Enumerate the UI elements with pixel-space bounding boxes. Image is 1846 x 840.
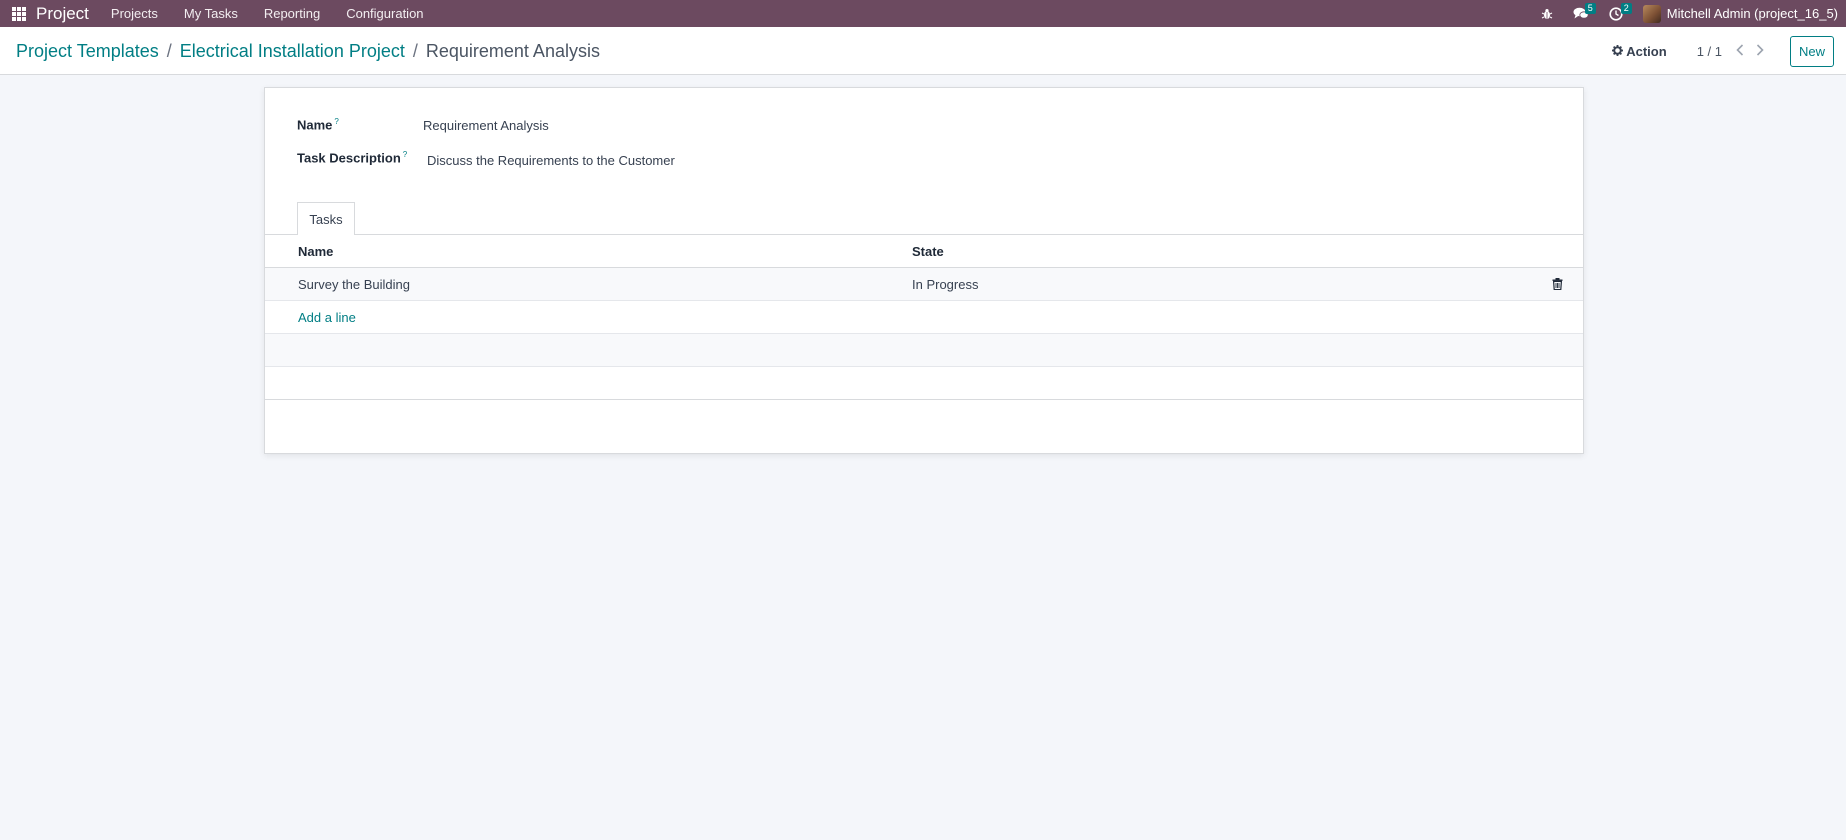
help-icon[interactable]: ? bbox=[334, 117, 338, 126]
name-field[interactable]: Requirement Analysis bbox=[423, 118, 549, 133]
breadcrumb-separator: / bbox=[412, 41, 418, 61]
name-label: Name? bbox=[297, 117, 339, 133]
breadcrumb-electrical-installation[interactable]: Electrical Installation Project bbox=[180, 41, 405, 62]
breadcrumb: Project Templates / Electrical Installat… bbox=[16, 41, 600, 62]
pager-value[interactable]: 1 / 1 bbox=[1697, 44, 1722, 59]
control-panel-right: Action 1 / 1 New bbox=[1612, 35, 1834, 67]
new-button[interactable]: New bbox=[1789, 35, 1834, 67]
control-panel: Project Templates / Electrical Installat… bbox=[0, 27, 1846, 75]
menu-my-tasks[interactable]: My Tasks bbox=[184, 6, 238, 21]
avatar bbox=[1642, 4, 1661, 23]
app-brand[interactable]: Project bbox=[36, 4, 89, 24]
add-line-row: Add a line bbox=[265, 301, 1583, 334]
help-icon[interactable]: ? bbox=[403, 150, 407, 159]
action-button[interactable]: Action bbox=[1612, 43, 1667, 59]
task-description-field[interactable]: Discuss the Requirements to the Customer bbox=[427, 153, 675, 168]
table-header: Name State bbox=[265, 235, 1583, 268]
chevron-left-icon[interactable] bbox=[1736, 43, 1744, 59]
task-description-label: Task Description? bbox=[297, 150, 408, 166]
breadcrumb-project-templates[interactable]: Project Templates bbox=[16, 41, 159, 62]
messages-badge: 5 bbox=[1584, 3, 1596, 14]
menu-configuration[interactable]: Configuration bbox=[346, 6, 423, 21]
activities-badge: 2 bbox=[1620, 2, 1632, 14]
trash-icon[interactable] bbox=[1552, 277, 1563, 295]
tab-tasks[interactable]: Tasks bbox=[297, 202, 355, 236]
action-label: Action bbox=[1626, 43, 1667, 59]
task-state-cell[interactable]: In Progress bbox=[912, 277, 978, 292]
menu-projects[interactable]: Projects bbox=[111, 6, 158, 21]
bug-icon[interactable] bbox=[1541, 8, 1553, 20]
breadcrumb-separator: / bbox=[166, 41, 172, 61]
apps-grid-icon[interactable] bbox=[12, 6, 26, 21]
navbar-systray: 5 2 Mitchell Admin (project_16_5) bbox=[1541, 0, 1846, 27]
column-header-state[interactable]: State bbox=[912, 244, 944, 259]
chevron-right-icon[interactable] bbox=[1756, 43, 1764, 59]
clock-icon[interactable]: 2 bbox=[1609, 2, 1632, 21]
breadcrumb-current: Requirement Analysis bbox=[425, 41, 600, 61]
form-sheet: Name? Requirement Analysis Task Descript… bbox=[264, 87, 1584, 454]
add-line-link[interactable]: Add a line bbox=[298, 310, 356, 325]
gear-icon bbox=[1612, 44, 1624, 59]
table-row-empty bbox=[265, 334, 1583, 367]
user-name: Mitchell Admin (project_16_5) bbox=[1666, 6, 1838, 21]
table-row[interactable]: Survey the Building In Progress bbox=[265, 268, 1583, 301]
task-name-cell[interactable]: Survey the Building bbox=[298, 277, 410, 292]
column-header-name[interactable]: Name bbox=[298, 244, 333, 259]
table-row-empty bbox=[265, 367, 1583, 400]
top-navbar: Project Projects My Tasks Reporting Conf… bbox=[0, 0, 1846, 27]
menu-reporting[interactable]: Reporting bbox=[264, 6, 320, 21]
user-menu[interactable]: Mitchell Admin (project_16_5) bbox=[1642, 4, 1838, 23]
chat-icon[interactable]: 5 bbox=[1573, 3, 1596, 20]
